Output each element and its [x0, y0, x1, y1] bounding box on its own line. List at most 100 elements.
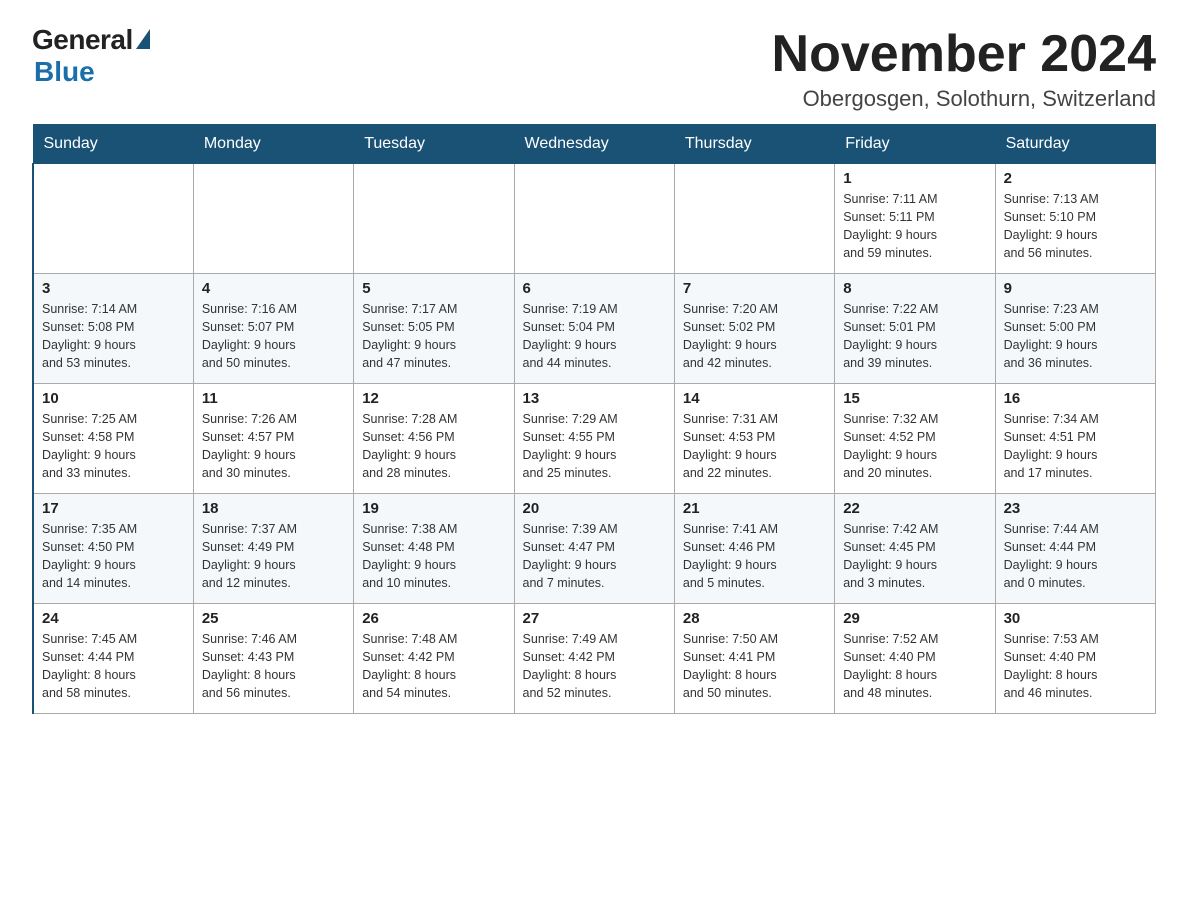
- day-info: Sunrise: 7:32 AM Sunset: 4:52 PM Dayligh…: [843, 410, 986, 483]
- calendar-cell: 16 Sunrise: 7:34 AM Sunset: 4:51 PM Dayli…: [995, 384, 1155, 494]
- calendar-cell: 25Sunrise: 7:46 AM Sunset: 4:43 PM Dayli…: [193, 604, 353, 714]
- calendar-cell: 3 Sunrise: 7:14 AM Sunset: 5:08 PM Daylig…: [33, 274, 193, 384]
- calendar-week-row: 17 Sunrise: 7:35 AM Sunset: 4:50 PM Dayli…: [33, 494, 1156, 604]
- calendar-cell: 19 Sunrise: 7:38 AM Sunset: 4:48 PM Dayli…: [354, 494, 514, 604]
- calendar-week-row: 24 Sunrise: 7:45 AM Sunset: 4:44 PM Dayli…: [33, 604, 1156, 714]
- day-number: 14: [683, 390, 826, 407]
- day-info: Sunrise: 7:35 AM Sunset: 4:50 PM Dayligh…: [42, 520, 185, 593]
- day-info: Sunrise: 7:19 AM Sunset: 5:04 PM Dayligh…: [523, 300, 666, 373]
- calendar-cell: 10 Sunrise: 7:25 AM Sunset: 4:58 PM Dayli…: [33, 384, 193, 494]
- calendar-cell: 7Sunrise: 7:20 AM Sunset: 5:02 PM Daylig…: [674, 274, 834, 384]
- calendar-cell: 20 Sunrise: 7:39 AM Sunset: 4:47 PM Dayli…: [514, 494, 674, 604]
- day-info: Sunrise: 7:29 AM Sunset: 4:55 PM Dayligh…: [523, 410, 666, 483]
- day-number: 18: [202, 500, 345, 517]
- day-number: 20: [523, 500, 666, 517]
- calendar-cell: 27Sunrise: 7:49 AM Sunset: 4:42 PM Dayli…: [514, 604, 674, 714]
- day-number: 21: [683, 500, 826, 517]
- day-info: Sunrise: 7:26 AM Sunset: 4:57 PM Dayligh…: [202, 410, 345, 483]
- day-number: 15: [843, 390, 986, 407]
- calendar-cell: 12 Sunrise: 7:28 AM Sunset: 4:56 PM Dayli…: [354, 384, 514, 494]
- calendar-cell: 5 Sunrise: 7:17 AM Sunset: 5:05 PM Daylig…: [354, 274, 514, 384]
- calendar-cell: 13 Sunrise: 7:29 AM Sunset: 4:55 PM Dayli…: [514, 384, 674, 494]
- day-info: Sunrise: 7:28 AM Sunset: 4:56 PM Dayligh…: [362, 410, 505, 483]
- calendar-cell: 30Sunrise: 7:53 AM Sunset: 4:40 PM Dayli…: [995, 604, 1155, 714]
- day-info: Sunrise: 7:44 AM Sunset: 4:44 PM Dayligh…: [1004, 520, 1147, 593]
- calendar-cell: 26Sunrise: 7:48 AM Sunset: 4:42 PM Dayli…: [354, 604, 514, 714]
- calendar-cell: 2Sunrise: 7:13 AM Sunset: 5:10 PM Daylig…: [995, 164, 1155, 274]
- month-title: November 2024: [772, 24, 1156, 84]
- day-number: 19: [362, 500, 505, 517]
- calendar-header-tuesday: Tuesday: [354, 125, 514, 164]
- calendar-cell: 22Sunrise: 7:42 AM Sunset: 4:45 PM Dayli…: [835, 494, 995, 604]
- calendar-cell: 8 Sunrise: 7:22 AM Sunset: 5:01 PM Daylig…: [835, 274, 995, 384]
- calendar-table: SundayMondayTuesdayWednesdayThursdayFrid…: [32, 124, 1156, 714]
- day-number: 3: [42, 280, 185, 297]
- calendar-header-row: SundayMondayTuesdayWednesdayThursdayFrid…: [33, 125, 1156, 164]
- logo: General Blue: [32, 24, 150, 88]
- calendar-header-monday: Monday: [193, 125, 353, 164]
- logo-general-text: General: [32, 24, 133, 56]
- day-info: Sunrise: 7:11 AM Sunset: 5:11 PM Dayligh…: [843, 190, 986, 263]
- day-info: Sunrise: 7:39 AM Sunset: 4:47 PM Dayligh…: [523, 520, 666, 593]
- calendar-cell: 1 Sunrise: 7:11 AM Sunset: 5:11 PM Daylig…: [835, 164, 995, 274]
- day-number: 6: [523, 280, 666, 297]
- calendar-header-sunday: Sunday: [33, 125, 193, 164]
- title-section: November 2024 Obergosgen, Solothurn, Swi…: [772, 24, 1156, 112]
- calendar-cell: 14Sunrise: 7:31 AM Sunset: 4:53 PM Dayli…: [674, 384, 834, 494]
- day-number: 16: [1004, 390, 1147, 407]
- day-info: Sunrise: 7:34 AM Sunset: 4:51 PM Dayligh…: [1004, 410, 1147, 483]
- day-info: Sunrise: 7:45 AM Sunset: 4:44 PM Dayligh…: [42, 630, 185, 703]
- day-number: 25: [202, 610, 345, 627]
- day-number: 10: [42, 390, 185, 407]
- day-info: Sunrise: 7:38 AM Sunset: 4:48 PM Dayligh…: [362, 520, 505, 593]
- day-info: Sunrise: 7:42 AM Sunset: 4:45 PM Dayligh…: [843, 520, 986, 593]
- day-number: 9: [1004, 280, 1147, 297]
- day-info: Sunrise: 7:25 AM Sunset: 4:58 PM Dayligh…: [42, 410, 185, 483]
- calendar-cell: 17 Sunrise: 7:35 AM Sunset: 4:50 PM Dayli…: [33, 494, 193, 604]
- day-info: Sunrise: 7:52 AM Sunset: 4:40 PM Dayligh…: [843, 630, 986, 703]
- day-number: 23: [1004, 500, 1147, 517]
- calendar-cell: 24 Sunrise: 7:45 AM Sunset: 4:44 PM Dayli…: [33, 604, 193, 714]
- day-number: 27: [523, 610, 666, 627]
- day-number: 11: [202, 390, 345, 407]
- calendar-week-row: 1 Sunrise: 7:11 AM Sunset: 5:11 PM Daylig…: [33, 164, 1156, 274]
- day-number: 12: [362, 390, 505, 407]
- day-number: 8: [843, 280, 986, 297]
- day-number: 17: [42, 500, 185, 517]
- calendar-cell: 29 Sunrise: 7:52 AM Sunset: 4:40 PM Dayli…: [835, 604, 995, 714]
- page-header: General Blue November 2024 Obergosgen, S…: [32, 24, 1156, 112]
- day-number: 2: [1004, 170, 1147, 187]
- calendar-cell: 9 Sunrise: 7:23 AM Sunset: 5:00 PM Daylig…: [995, 274, 1155, 384]
- day-info: Sunrise: 7:14 AM Sunset: 5:08 PM Dayligh…: [42, 300, 185, 373]
- day-info: Sunrise: 7:23 AM Sunset: 5:00 PM Dayligh…: [1004, 300, 1147, 373]
- day-info: Sunrise: 7:17 AM Sunset: 5:05 PM Dayligh…: [362, 300, 505, 373]
- day-info: Sunrise: 7:41 AM Sunset: 4:46 PM Dayligh…: [683, 520, 826, 593]
- day-number: 13: [523, 390, 666, 407]
- calendar-cell: 21 Sunrise: 7:41 AM Sunset: 4:46 PM Dayli…: [674, 494, 834, 604]
- calendar-header-thursday: Thursday: [674, 125, 834, 164]
- calendar-cell: 28Sunrise: 7:50 AM Sunset: 4:41 PM Dayli…: [674, 604, 834, 714]
- day-number: 29: [843, 610, 986, 627]
- calendar-cell: 6 Sunrise: 7:19 AM Sunset: 5:04 PM Daylig…: [514, 274, 674, 384]
- calendar-header-wednesday: Wednesday: [514, 125, 674, 164]
- calendar-cell: [193, 164, 353, 274]
- day-info: Sunrise: 7:20 AM Sunset: 5:02 PM Dayligh…: [683, 300, 826, 373]
- location-text: Obergosgen, Solothurn, Switzerland: [772, 86, 1156, 112]
- calendar-cell: 11 Sunrise: 7:26 AM Sunset: 4:57 PM Dayli…: [193, 384, 353, 494]
- calendar-cell: 23 Sunrise: 7:44 AM Sunset: 4:44 PM Dayli…: [995, 494, 1155, 604]
- logo-blue-text: Blue: [34, 56, 95, 88]
- calendar-cell: [354, 164, 514, 274]
- day-number: 1: [843, 170, 986, 187]
- calendar-cell: [514, 164, 674, 274]
- calendar-week-row: 3 Sunrise: 7:14 AM Sunset: 5:08 PM Daylig…: [33, 274, 1156, 384]
- day-number: 24: [42, 610, 185, 627]
- day-number: 28: [683, 610, 826, 627]
- day-number: 5: [362, 280, 505, 297]
- calendar-cell: [674, 164, 834, 274]
- day-info: Sunrise: 7:53 AM Sunset: 4:40 PM Dayligh…: [1004, 630, 1147, 703]
- calendar-week-row: 10 Sunrise: 7:25 AM Sunset: 4:58 PM Dayli…: [33, 384, 1156, 494]
- calendar-cell: 18Sunrise: 7:37 AM Sunset: 4:49 PM Dayli…: [193, 494, 353, 604]
- day-info: Sunrise: 7:16 AM Sunset: 5:07 PM Dayligh…: [202, 300, 345, 373]
- day-info: Sunrise: 7:22 AM Sunset: 5:01 PM Dayligh…: [843, 300, 986, 373]
- calendar-cell: 15 Sunrise: 7:32 AM Sunset: 4:52 PM Dayli…: [835, 384, 995, 494]
